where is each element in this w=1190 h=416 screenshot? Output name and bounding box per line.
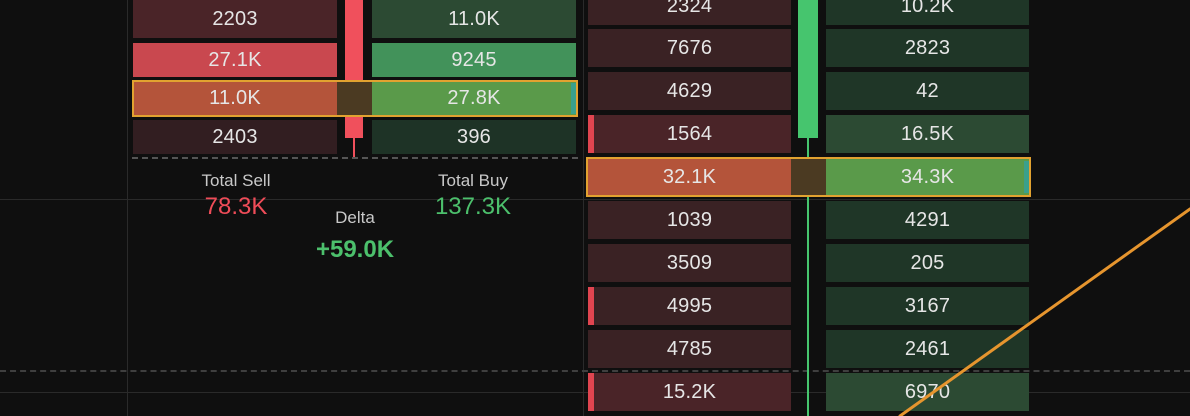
- trend-line[interactable]: [0, 0, 1190, 416]
- trend-line-segment[interactable]: [898, 207, 1190, 416]
